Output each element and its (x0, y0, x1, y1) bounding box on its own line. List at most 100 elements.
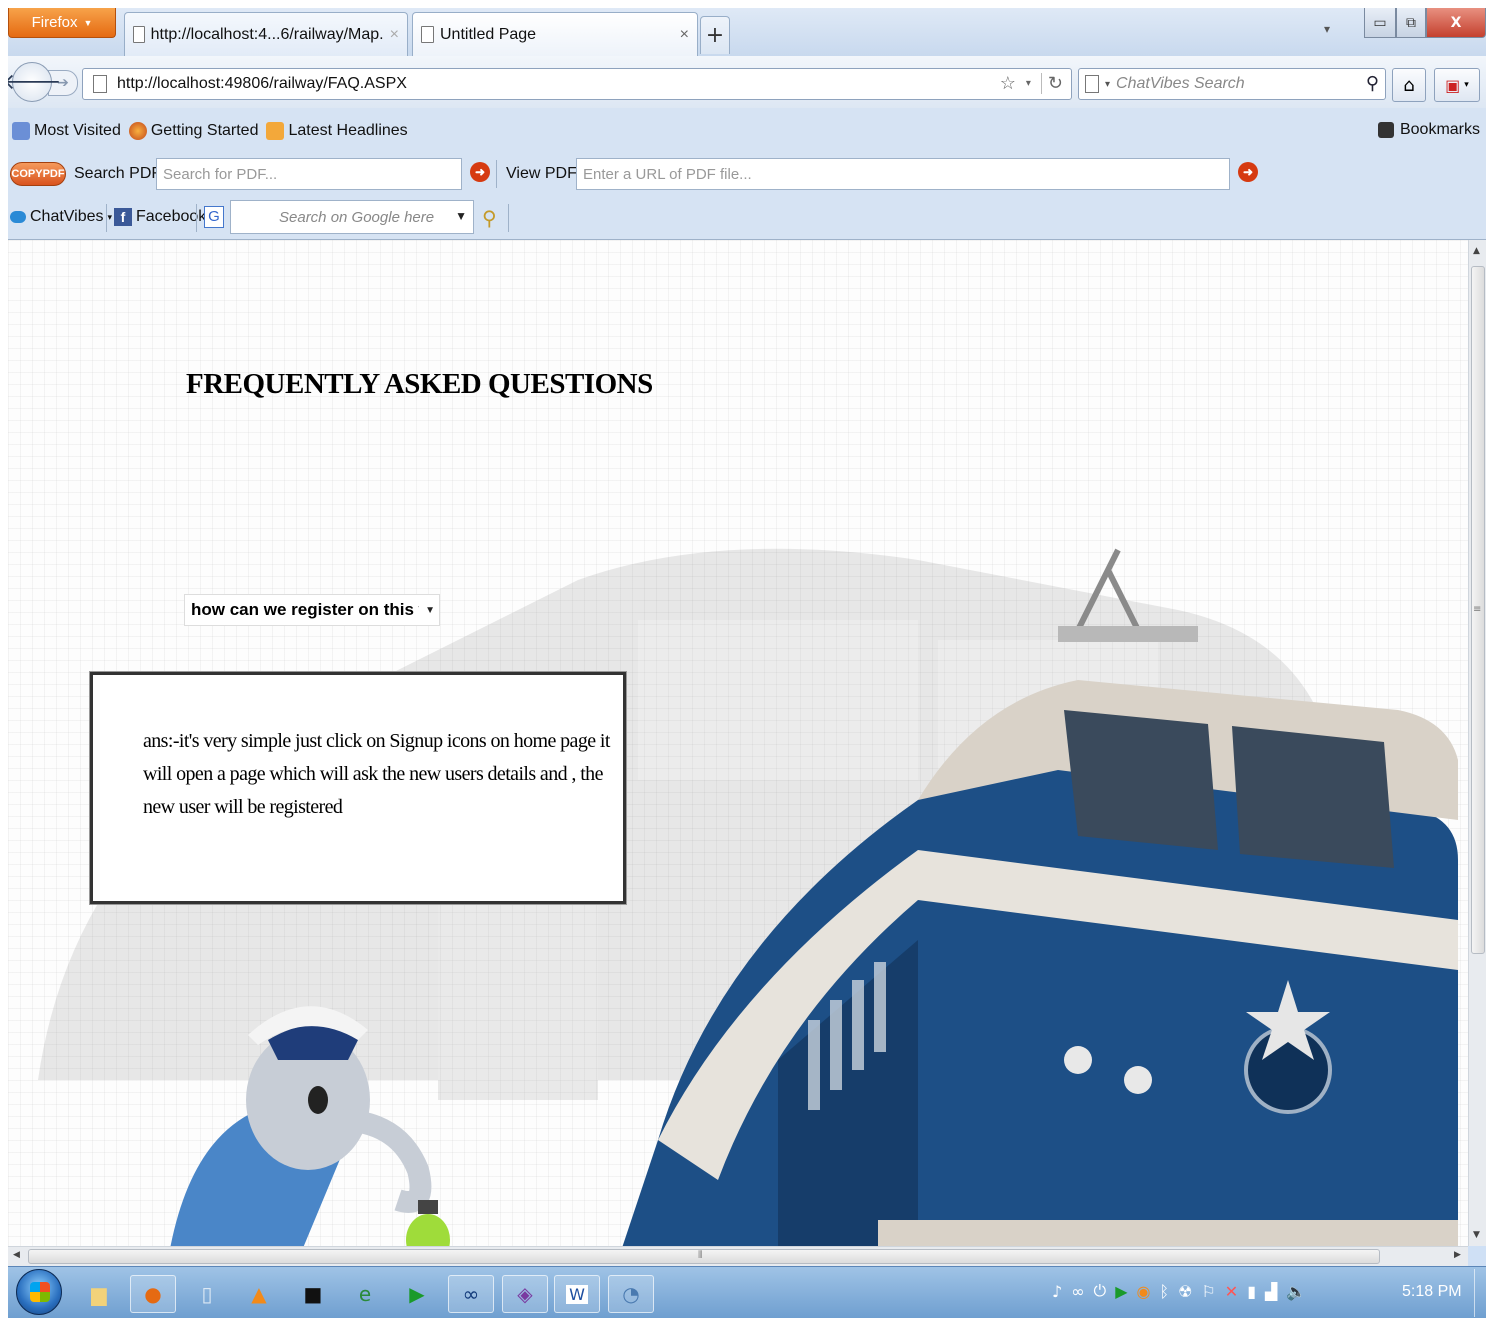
search-pdf-input[interactable]: Search for PDF... (156, 158, 462, 190)
security-icon[interactable]: ☢ (1178, 1282, 1192, 1301)
google-icon: G (204, 206, 224, 228)
title-bar: Firefox ▼ http://localhost:4...6/railway… (8, 8, 1486, 56)
windows-logo-icon (30, 1282, 50, 1302)
grip-icon: ⦀ (698, 1250, 703, 1261)
chevron-down-icon[interactable]: ▼ (455, 209, 467, 223)
play-icon[interactable]: ▶ (1115, 1282, 1127, 1301)
toolbar-separator (496, 160, 497, 188)
google-search-input[interactable]: Search on Google here ▼ (230, 200, 474, 234)
firefox-menu-button[interactable]: Firefox ▼ (8, 8, 116, 38)
visual-studio-taskbar-icon[interactable]: ◈ (502, 1275, 548, 1313)
star-icon[interactable]: ☆ (1000, 73, 1016, 94)
chevron-down-icon[interactable]: ▾ (1026, 78, 1031, 89)
arrow-left-icon: 🡐 (8, 70, 62, 95)
scroll-down-icon[interactable]: ▼ (1473, 1230, 1480, 1240)
infinity-icon[interactable]: ∞ (1071, 1282, 1084, 1301)
url-actions: ☆ ▾ ↻ (1000, 73, 1063, 94)
copypdf-logo[interactable]: COPYPDF (10, 162, 66, 186)
chatvibes-button[interactable]: ChatVibes ▾ (10, 208, 112, 226)
chevron-down-icon: ▾ (107, 211, 113, 222)
firefox-icon (128, 122, 147, 140)
page-icon (421, 26, 434, 43)
close-tab-icon[interactable]: × (390, 26, 399, 44)
search-icon[interactable]: ⚲ (1366, 73, 1379, 94)
google-button[interactable]: G (204, 206, 224, 228)
horizontal-scroll-thumb[interactable] (28, 1249, 1380, 1264)
tab-untitled-page[interactable]: Untitled Page × (412, 12, 698, 56)
media-player-taskbar-icon[interactable]: ▶ (394, 1275, 440, 1313)
browser-window: Firefox ▼ http://localhost:4...6/railway… (8, 8, 1486, 1318)
toolbar-separator (196, 204, 197, 232)
back-forward-group: ➔ 🡐 (8, 62, 78, 102)
horizontal-scrollbar[interactable]: ◀ ⦀ ▶ (8, 1246, 1468, 1266)
bluetooth-icon[interactable]: ᛒ (1159, 1282, 1169, 1301)
url-bar[interactable]: http://localhost:49806/railway/FAQ.ASPX … (82, 68, 1072, 100)
bookmark-label: Getting Started (150, 122, 259, 139)
word-taskbar-icon[interactable]: W (554, 1275, 600, 1313)
view-pdf-go-icon[interactable]: ➜ (1238, 162, 1258, 182)
start-button[interactable] (16, 1269, 62, 1315)
bookmark-label: Latest Headlines (288, 122, 408, 139)
firefox-icon: ● (144, 1282, 162, 1306)
antivirus-icon[interactable]: ◉ (1137, 1282, 1151, 1301)
chevron-down-icon[interactable]: ▾ (1105, 79, 1110, 90)
tab-label: http://localhost:4...6/railway/Map.aspx (150, 25, 384, 43)
vertical-scrollbar[interactable]: ▲ ≡ ▼ (1468, 240, 1486, 1246)
view-pdf-input[interactable]: Enter a URL of PDF file... (576, 158, 1230, 190)
bookmarks-menu-button[interactable]: Bookmarks (1377, 121, 1480, 139)
bookmark-latest-headlines[interactable]: Latest Headlines (266, 122, 408, 140)
vlc-cone-icon: ▲ (251, 1282, 267, 1306)
firefox-taskbar-icon[interactable]: ● (130, 1275, 176, 1313)
maximize-button[interactable]: ⧉ (1396, 8, 1426, 38)
infinity-icon: ∞ (462, 1282, 480, 1306)
view-pdf-label: View PDF: (506, 165, 582, 182)
signal-icon[interactable]: ▟ (1265, 1282, 1277, 1301)
facebook-button[interactable]: f Facebook (114, 208, 206, 226)
tab-map[interactable]: http://localhost:4...6/railway/Map.aspx … (124, 12, 408, 56)
scroll-left-icon[interactable]: ◀ (13, 1250, 20, 1260)
tab-label: Untitled Page (440, 25, 537, 43)
scroll-right-icon[interactable]: ▶ (1454, 1250, 1461, 1260)
network-error-icon[interactable]: ✕ (1225, 1282, 1238, 1301)
pdf-addon-button[interactable]: ▣ ▾ (1434, 68, 1480, 102)
list-all-tabs-icon[interactable]: ▾ (1324, 22, 1330, 36)
command-prompt-icon: ■ (303, 1282, 323, 1306)
notepad-taskbar-icon[interactable]: ▯ (184, 1275, 230, 1313)
cmd-taskbar-icon[interactable]: ■ (290, 1275, 336, 1313)
reload-icon[interactable]: ↻ (1040, 73, 1063, 94)
close-tab-icon[interactable]: × (680, 26, 689, 44)
vlc-taskbar-icon[interactable]: ▲ (236, 1275, 282, 1313)
bookmarks-menu-label: Bookmarks (1399, 121, 1480, 138)
search-input[interactable]: ▾ ChatVibes Search ⚲ (1078, 68, 1386, 100)
infinity-app-taskbar-icon[interactable]: ∞ (448, 1275, 494, 1313)
search-pdf-label: Search PDF: (74, 165, 166, 182)
bookmark-most-visited[interactable]: Most Visited (12, 122, 121, 140)
audio-app-icon[interactable]: ♪ (1052, 1282, 1062, 1301)
volume-icon[interactable]: 🔈 (1286, 1282, 1306, 1301)
facebook-icon: f (114, 208, 132, 226)
taskbar-clock[interactable]: 5:18 PM (1402, 1283, 1462, 1301)
close-window-button[interactable]: X (1426, 8, 1486, 38)
google-search-placeholder: Search on Google here (279, 208, 435, 226)
question-select[interactable]: how can we register on this website ▼ (184, 594, 440, 626)
scroll-up-icon[interactable]: ▲ (1473, 246, 1480, 256)
home-button[interactable]: ⌂ (1392, 68, 1426, 102)
action-center-icon[interactable]: ⚐ (1201, 1282, 1215, 1301)
back-button[interactable]: 🡐 (8, 62, 62, 102)
url-text: http://localhost:49806/railway/FAQ.ASPX (117, 75, 407, 92)
power-icon[interactable]: ⏻ (1094, 1281, 1107, 1301)
battery-icon[interactable]: ▮ (1247, 1282, 1256, 1301)
minimize-button[interactable]: ▭ (1364, 8, 1396, 38)
search-pdf-go-icon[interactable]: ➜ (470, 162, 490, 182)
bookmark-getting-started[interactable]: Getting Started (128, 122, 259, 140)
page-content: FREQUENTLY ASKED QUESTIONS how can we re… (8, 240, 1468, 1246)
new-tab-button[interactable]: + (700, 16, 730, 54)
google-search-button[interactable]: ⚲ (482, 206, 497, 231)
paint-taskbar-icon[interactable]: ◔ (608, 1275, 654, 1313)
chatvibes-toolbar: ChatVibes ▾ f Facebook G Search on Googl… (8, 196, 1486, 240)
windows-taskbar: ▆ ● ▯ ▲ ■ e ▶ ∞ ◈ W ◔ ♪ ∞ ⏻ ▶ ◉ ᛒ ☢ ⚐ ✕ … (8, 1266, 1486, 1318)
explorer-taskbar-icon[interactable]: ▆ (76, 1275, 122, 1313)
ie-taskbar-icon[interactable]: e (342, 1275, 388, 1313)
show-desktop-button[interactable] (1474, 1269, 1486, 1317)
firefox-menu-label: Firefox (31, 14, 78, 31)
